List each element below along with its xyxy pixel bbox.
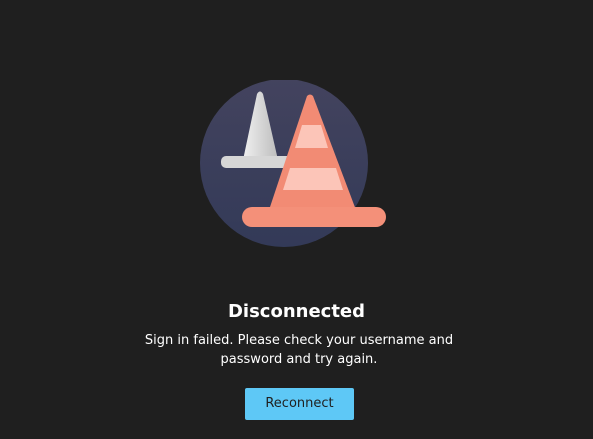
back-cone-base	[221, 156, 293, 168]
page-title: Disconnected	[227, 301, 366, 322]
traffic-cones-icon	[195, 79, 395, 250]
front-cone-stripe-2	[283, 168, 343, 190]
front-cone-base	[242, 207, 386, 227]
error-message: Sign in failed. Please check your userna…	[144, 333, 454, 367]
reconnect-button[interactable]: Reconnect	[245, 388, 354, 420]
